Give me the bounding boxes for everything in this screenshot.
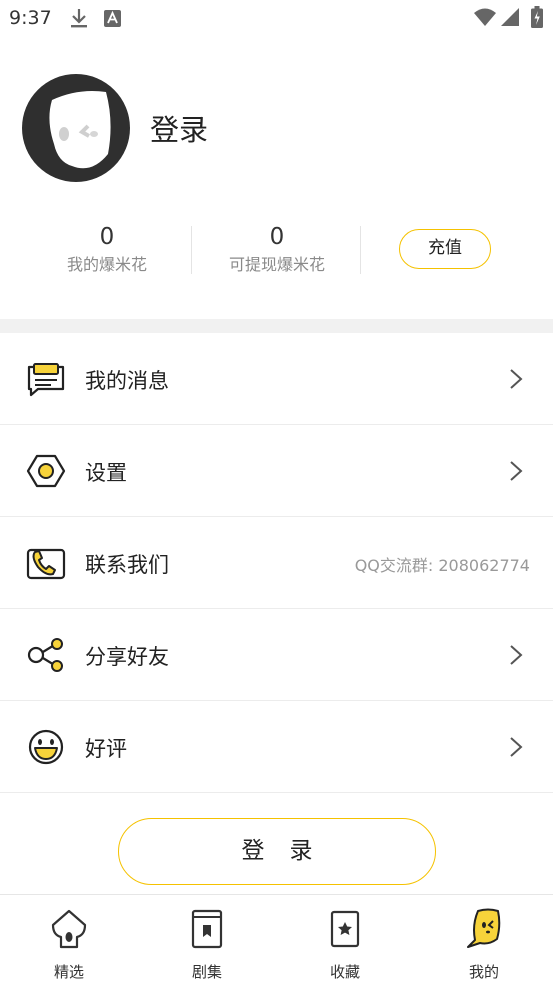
smile-icon xyxy=(26,729,66,765)
menu-item-label: 分享好友 xyxy=(85,645,169,669)
my-popcorn-stat[interactable]: 0 我的爆米花 xyxy=(48,222,166,276)
stats-divider xyxy=(360,226,361,274)
nav-label: 剧集 xyxy=(191,963,222,981)
nav-tab-featured[interactable]: 精选 xyxy=(19,895,119,984)
download-icon xyxy=(70,7,88,33)
avatar-placeholder-icon xyxy=(22,74,130,182)
share-icon xyxy=(26,637,66,673)
nav-label: 收藏 xyxy=(329,963,360,981)
mine-icon xyxy=(464,907,504,951)
chevron-right-icon xyxy=(509,736,523,758)
menu-item-label: 设置 xyxy=(85,461,127,485)
menu-item-label: 联系我们 xyxy=(85,553,169,577)
battery-icon xyxy=(531,6,543,32)
my-popcorn-value: 0 xyxy=(99,224,115,250)
featured-icon xyxy=(49,907,89,951)
chevron-right-icon xyxy=(509,460,523,482)
bottom-nav: 精选 剧集 收藏 我的 xyxy=(0,894,553,984)
withdrawable-popcorn-value: 0 xyxy=(269,224,285,250)
message-icon xyxy=(26,361,66,397)
episodes-icon xyxy=(187,907,227,951)
nav-tab-mine[interactable]: 我的 xyxy=(434,895,534,984)
nav-label: 精选 xyxy=(53,963,84,981)
status-bar: 9:37 xyxy=(0,0,553,38)
menu-item-rating[interactable]: 好评 xyxy=(0,701,553,793)
chevron-right-icon xyxy=(509,368,523,390)
menu-item-messages[interactable]: 我的消息 xyxy=(0,333,553,425)
menu-item-label: 好评 xyxy=(85,737,127,761)
nav-tab-episodes[interactable]: 剧集 xyxy=(157,895,257,984)
favorites-icon xyxy=(325,907,365,951)
nav-tab-favorites[interactable]: 收藏 xyxy=(295,895,395,984)
menu-item-share[interactable]: 分享好友 xyxy=(0,609,553,701)
avatar[interactable] xyxy=(22,74,130,182)
withdrawable-popcorn-label: 可提现爆米花 xyxy=(228,255,325,274)
stats-divider xyxy=(191,226,192,274)
login-button[interactable]: 登录 xyxy=(118,818,436,885)
signal-icon xyxy=(501,8,519,30)
settings-icon xyxy=(26,453,66,489)
menu-list: 我的消息 设置 联系我们 QQ交流群: 208062774 分享好友 好评 xyxy=(0,333,553,793)
menu-item-label: 我的消息 xyxy=(85,369,169,393)
status-time: 9:37 xyxy=(9,7,52,29)
menu-item-settings[interactable]: 设置 xyxy=(0,425,553,517)
recharge-button[interactable]: 充值 xyxy=(399,229,491,269)
my-popcorn-label: 我的爆米花 xyxy=(66,255,147,274)
login-title[interactable]: 登录 xyxy=(150,107,208,149)
a-notification-icon xyxy=(104,10,121,31)
chevron-right-icon xyxy=(509,644,523,666)
withdrawable-popcorn-stat[interactable]: 0 可提现爆米花 xyxy=(208,222,346,276)
qq-group-text: QQ交流群: 208062774 xyxy=(354,556,530,575)
nav-label: 我的 xyxy=(468,963,499,981)
section-gap xyxy=(0,319,553,333)
wifi-icon xyxy=(474,8,496,30)
phone-icon xyxy=(26,545,66,581)
menu-item-contact[interactable]: 联系我们 QQ交流群: 208062774 xyxy=(0,517,553,609)
